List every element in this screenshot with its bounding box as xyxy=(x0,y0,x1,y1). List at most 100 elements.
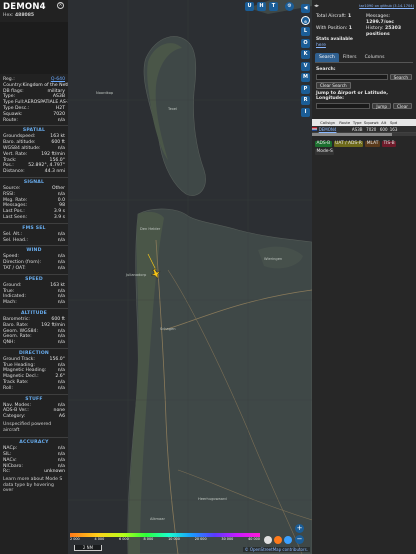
table-scrollbar-thumb[interactable] xyxy=(312,133,392,137)
map-button-u[interactable]: U xyxy=(245,2,254,11)
altitude-row: QNH: n/a xyxy=(0,340,68,346)
settings-gear-icon[interactable]: ⚙ xyxy=(285,2,294,11)
tab-filters[interactable]: Filters xyxy=(339,53,361,62)
place-label-den-helder: Den Helder xyxy=(140,227,161,231)
column-header[interactable]: Type xyxy=(352,120,363,125)
altitude-value: n/a xyxy=(57,340,65,346)
table-scrollbar[interactable] xyxy=(312,133,416,137)
altitude-ticks: 2 000 4 000 6 000 8 000 10 000 20 000 30 000 40… xyxy=(70,537,260,541)
wind-label: TAT / OAT: xyxy=(3,265,26,271)
table-body: DEMON4 AS3B 7020 600 163 xyxy=(312,126,416,134)
direction-row: Roll: n/a xyxy=(0,386,68,392)
search-area: Search: Search Clear Search Jump to Airp… xyxy=(312,63,416,116)
search-input[interactable] xyxy=(316,73,388,80)
side-button-8[interactable]: R xyxy=(301,96,310,105)
stats-link[interactable]: here xyxy=(316,43,412,49)
legend-dot-1[interactable] xyxy=(264,536,272,544)
wind-row: TAT / OAT: n/a xyxy=(0,266,68,272)
stat-label: Messages: xyxy=(366,14,391,19)
map-view[interactable]: Noordkop Texel Den Helder Wieringen Juli… xyxy=(68,0,312,554)
fms-label: Sel. Head.: xyxy=(3,237,28,243)
column-header[interactable]: Callsign xyxy=(317,120,338,125)
reg-value: n/a xyxy=(57,117,65,123)
cell-spd: 163 xyxy=(389,126,398,132)
panel-toggle-icon[interactable]: ◂▸ xyxy=(312,3,322,9)
signal-label: Last Seen: xyxy=(3,214,28,220)
jump-button[interactable]: Jump xyxy=(372,102,392,110)
speed-label: Mach: xyxy=(3,300,17,306)
section-title-fms: FMS SEL xyxy=(0,222,68,231)
side-button-1[interactable]: ⊙ xyxy=(301,15,310,25)
side-button-2[interactable]: L xyxy=(301,27,310,36)
source-chip: MLAT xyxy=(365,141,380,148)
version-link[interactable]: tar1090 on github (3.14.1704) xyxy=(322,4,416,8)
map-scale: 2 NM xyxy=(74,545,102,551)
source-chip: ADS-B xyxy=(315,141,332,148)
altitude-tick: 20 000 xyxy=(194,537,207,541)
clear-search-button[interactable]: Clear Search xyxy=(316,82,351,89)
legend-dot-2[interactable] xyxy=(274,536,282,544)
spatial-label: Distance: xyxy=(3,169,25,175)
altitude-tick: 40 000 xyxy=(248,537,260,541)
altitude-label: QNH: xyxy=(3,340,16,346)
column-header[interactable]: Squawk xyxy=(363,120,380,125)
tab-columns[interactable]: Columns xyxy=(361,53,389,62)
cell-alt: 600 xyxy=(379,126,388,132)
map-canvas[interactable]: Noordkop Texel Den Helder Wieringen Juli… xyxy=(68,0,312,554)
aircraft-photo xyxy=(0,22,68,74)
map-button-t[interactable]: T xyxy=(269,2,278,11)
speed-row: Mach: n/a xyxy=(0,300,68,306)
column-header[interactable]: Alt xyxy=(380,120,388,125)
reg-label: Route: xyxy=(3,117,18,123)
side-button-6[interactable]: M xyxy=(301,73,310,82)
place-label-heerhugowaard: Heerhugowaard xyxy=(198,497,227,501)
table-header: Callsign Route Type Squawk Alt Spd xyxy=(312,119,416,127)
direction-label: Roll: xyxy=(3,385,13,391)
jump-input[interactable] xyxy=(316,103,371,110)
side-button-9[interactable]: I xyxy=(301,107,310,117)
section-title-altitude: ALTITUDE xyxy=(0,307,68,316)
close-icon[interactable]: × xyxy=(57,2,64,9)
right-topbar: ◂▸ tar1090 on github (3.14.1704) xyxy=(312,0,416,12)
side-button-7[interactable]: P xyxy=(301,84,310,94)
table-row[interactable]: DEMON4 AS3B 7020 600 163 xyxy=(312,126,416,134)
hex-row: Hex: 488085 xyxy=(3,13,65,18)
place-label-noordkop: Noordkop xyxy=(96,91,114,95)
side-button-5[interactable]: V xyxy=(301,61,310,71)
spatial-value: 44.3 nmi xyxy=(44,169,65,175)
aircraft-info-panel: DEMON4 Hex: 488085 × Reg.: Q-640 Country: K… xyxy=(0,0,68,554)
accuracy-label: Rc: xyxy=(3,469,11,475)
side-button-0[interactable]: ◀ xyxy=(301,4,310,13)
side-button-4[interactable]: K xyxy=(301,50,310,59)
hex-value: 488085 xyxy=(14,13,35,18)
signal-value: 3.9 s xyxy=(53,214,65,220)
stuff-label: Category: xyxy=(3,414,26,420)
clear-button[interactable]: Clear xyxy=(393,102,412,110)
map-button-h[interactable]: H xyxy=(257,2,266,11)
stats-available: Stats available here xyxy=(312,37,416,48)
category-description: Unspecified powered aircraft xyxy=(3,422,52,433)
altitude-tick: 6 000 xyxy=(119,537,129,541)
stats-grid: Total Aircraft: 1 Messages: 1299.7/sec Wit… xyxy=(312,12,416,37)
cell-callsign[interactable]: DEMON4 xyxy=(317,127,338,132)
wind-value: n/a xyxy=(57,265,65,271)
hex-label: Hex: xyxy=(3,13,14,18)
column-header[interactable]: Route xyxy=(338,120,352,125)
section-title-signal: SIGNAL xyxy=(0,176,68,185)
stat-value: 1 xyxy=(347,14,352,19)
tab-search[interactable]: Search xyxy=(315,52,339,62)
spatial-row: Distance: 44.3 nmi xyxy=(0,169,68,175)
search-button[interactable]: Search xyxy=(389,73,412,81)
info-header: DEMON4 Hex: 488085 × xyxy=(0,0,68,19)
stat-value: 1299.7/sec xyxy=(366,19,394,25)
side-button-strip: ◀ ⊙ L O K V M P R I xyxy=(300,0,312,554)
right-panel: ◂▸ tar1090 on github (3.14.1704) Total A… xyxy=(312,0,416,554)
altitude-tick: 2 000 xyxy=(70,537,80,541)
column-header[interactable]: Spd xyxy=(388,120,399,125)
source-legend: ADS-B UAT / ADS-R MLAT TIS-B Mode-S xyxy=(312,136,416,156)
side-button-3[interactable]: O xyxy=(301,38,310,48)
legend-dot-3[interactable] xyxy=(284,536,292,544)
altitude-tick: 8 000 xyxy=(143,537,154,541)
reg-row: Route: n/a xyxy=(0,118,68,124)
map-attribution-text[interactable]: © OpenStreetMap contributors. xyxy=(245,547,308,552)
